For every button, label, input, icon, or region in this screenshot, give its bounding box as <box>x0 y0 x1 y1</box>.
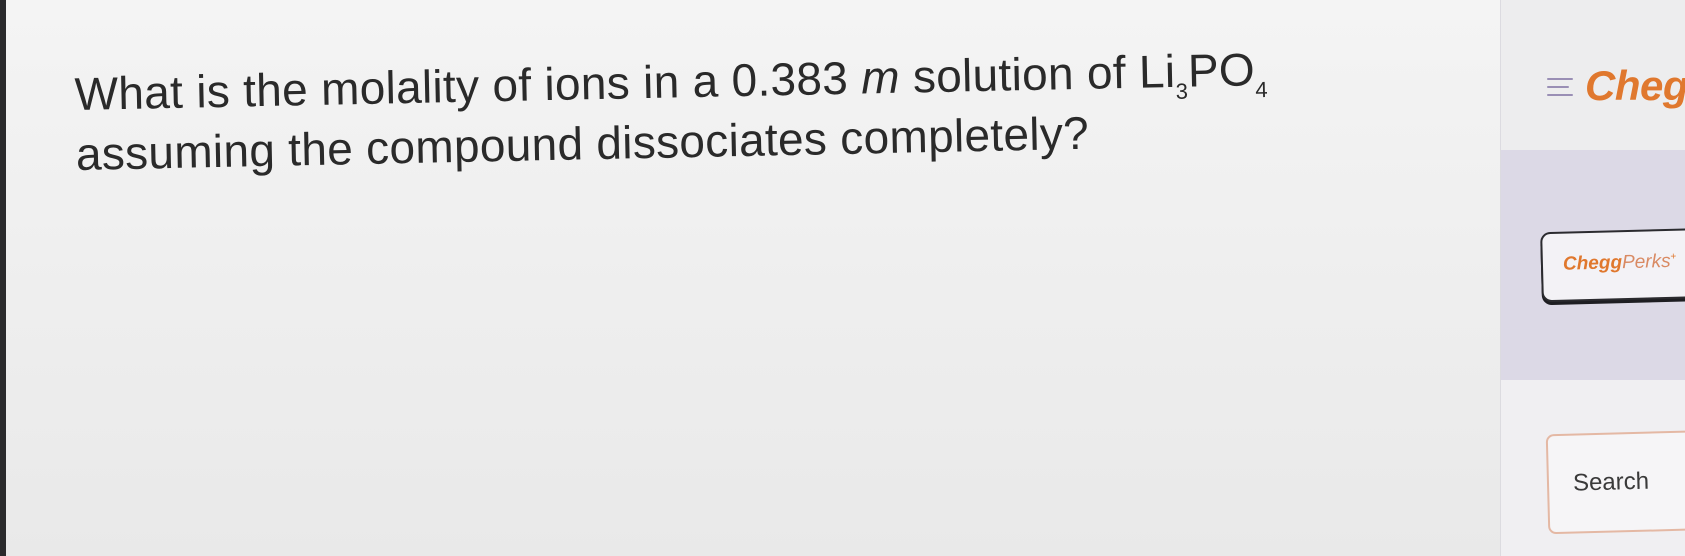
perks-brand-text: Chegg <box>1562 252 1623 275</box>
sidebar: Chegg CheggPerks+ Search <box>1500 0 1685 556</box>
search-area: Search <box>1501 380 1685 556</box>
sidebar-header: Chegg <box>1501 0 1685 150</box>
screen: What is the molality of ions in a 0.383 … <box>0 0 1685 556</box>
chegg-perks-button[interactable]: CheggPerks+ <box>1540 227 1685 303</box>
search-placeholder: Search <box>1572 467 1650 497</box>
formula-subscript-4: 4 <box>1255 77 1269 103</box>
question-text: What is the molality of ions in a 0.383 … <box>74 36 1406 184</box>
perks-band: CheggPerks+ <box>1501 150 1685 380</box>
chegg-perks-label: CheggPerks+ <box>1563 251 1677 276</box>
question-text-middle: solution of Li <box>899 44 1176 103</box>
formula-po: PO <box>1187 43 1256 97</box>
search-input[interactable]: Search <box>1545 429 1685 535</box>
molality-unit: m <box>860 50 901 104</box>
chegg-logo[interactable]: Chegg <box>1585 62 1685 110</box>
perks-superscript: + <box>1670 251 1677 263</box>
formula-subscript-3: 3 <box>1175 78 1189 104</box>
perks-text: Perks <box>1621 250 1671 274</box>
hamburger-menu-icon[interactable] <box>1547 78 1573 100</box>
question-panel: What is the molality of ions in a 0.383 … <box>6 0 1500 556</box>
